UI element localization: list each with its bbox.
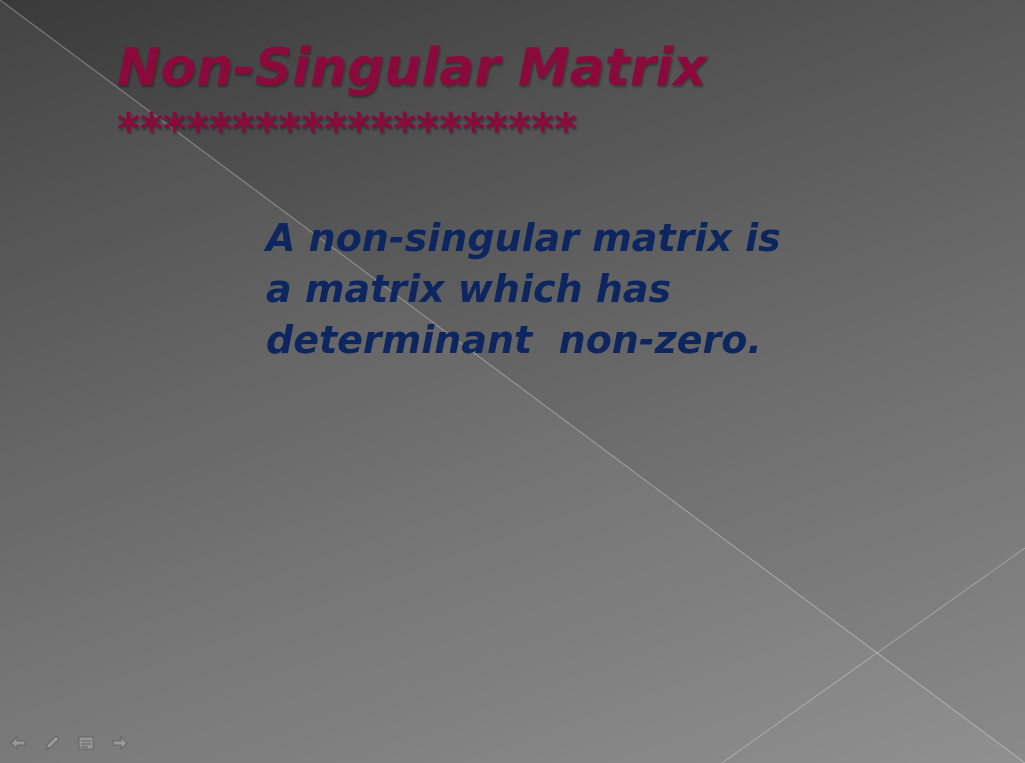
pen-button[interactable] bbox=[42, 733, 62, 753]
next-slide-button[interactable] bbox=[110, 733, 130, 753]
next-slide-icon bbox=[112, 736, 128, 750]
slideshow-controls bbox=[8, 733, 130, 753]
slide-body: A non-singular matrix is a matrix which … bbox=[266, 213, 786, 366]
body-line: A non-singular matrix is bbox=[266, 216, 781, 260]
body-line: determinant non-zero. bbox=[266, 318, 762, 362]
previous-slide-icon bbox=[10, 736, 26, 750]
body-line: a matrix which has bbox=[266, 267, 672, 311]
title-separator: ******************** bbox=[117, 104, 578, 155]
slide-menu-button[interactable] bbox=[76, 733, 96, 753]
slide-title: Non-Singular Matrix bbox=[117, 38, 707, 98]
slide: Non-Singular Matrix ********************… bbox=[0, 0, 1025, 763]
slide-menu-icon bbox=[78, 736, 94, 750]
pen-icon bbox=[45, 735, 60, 750]
previous-slide-button[interactable] bbox=[8, 733, 28, 753]
